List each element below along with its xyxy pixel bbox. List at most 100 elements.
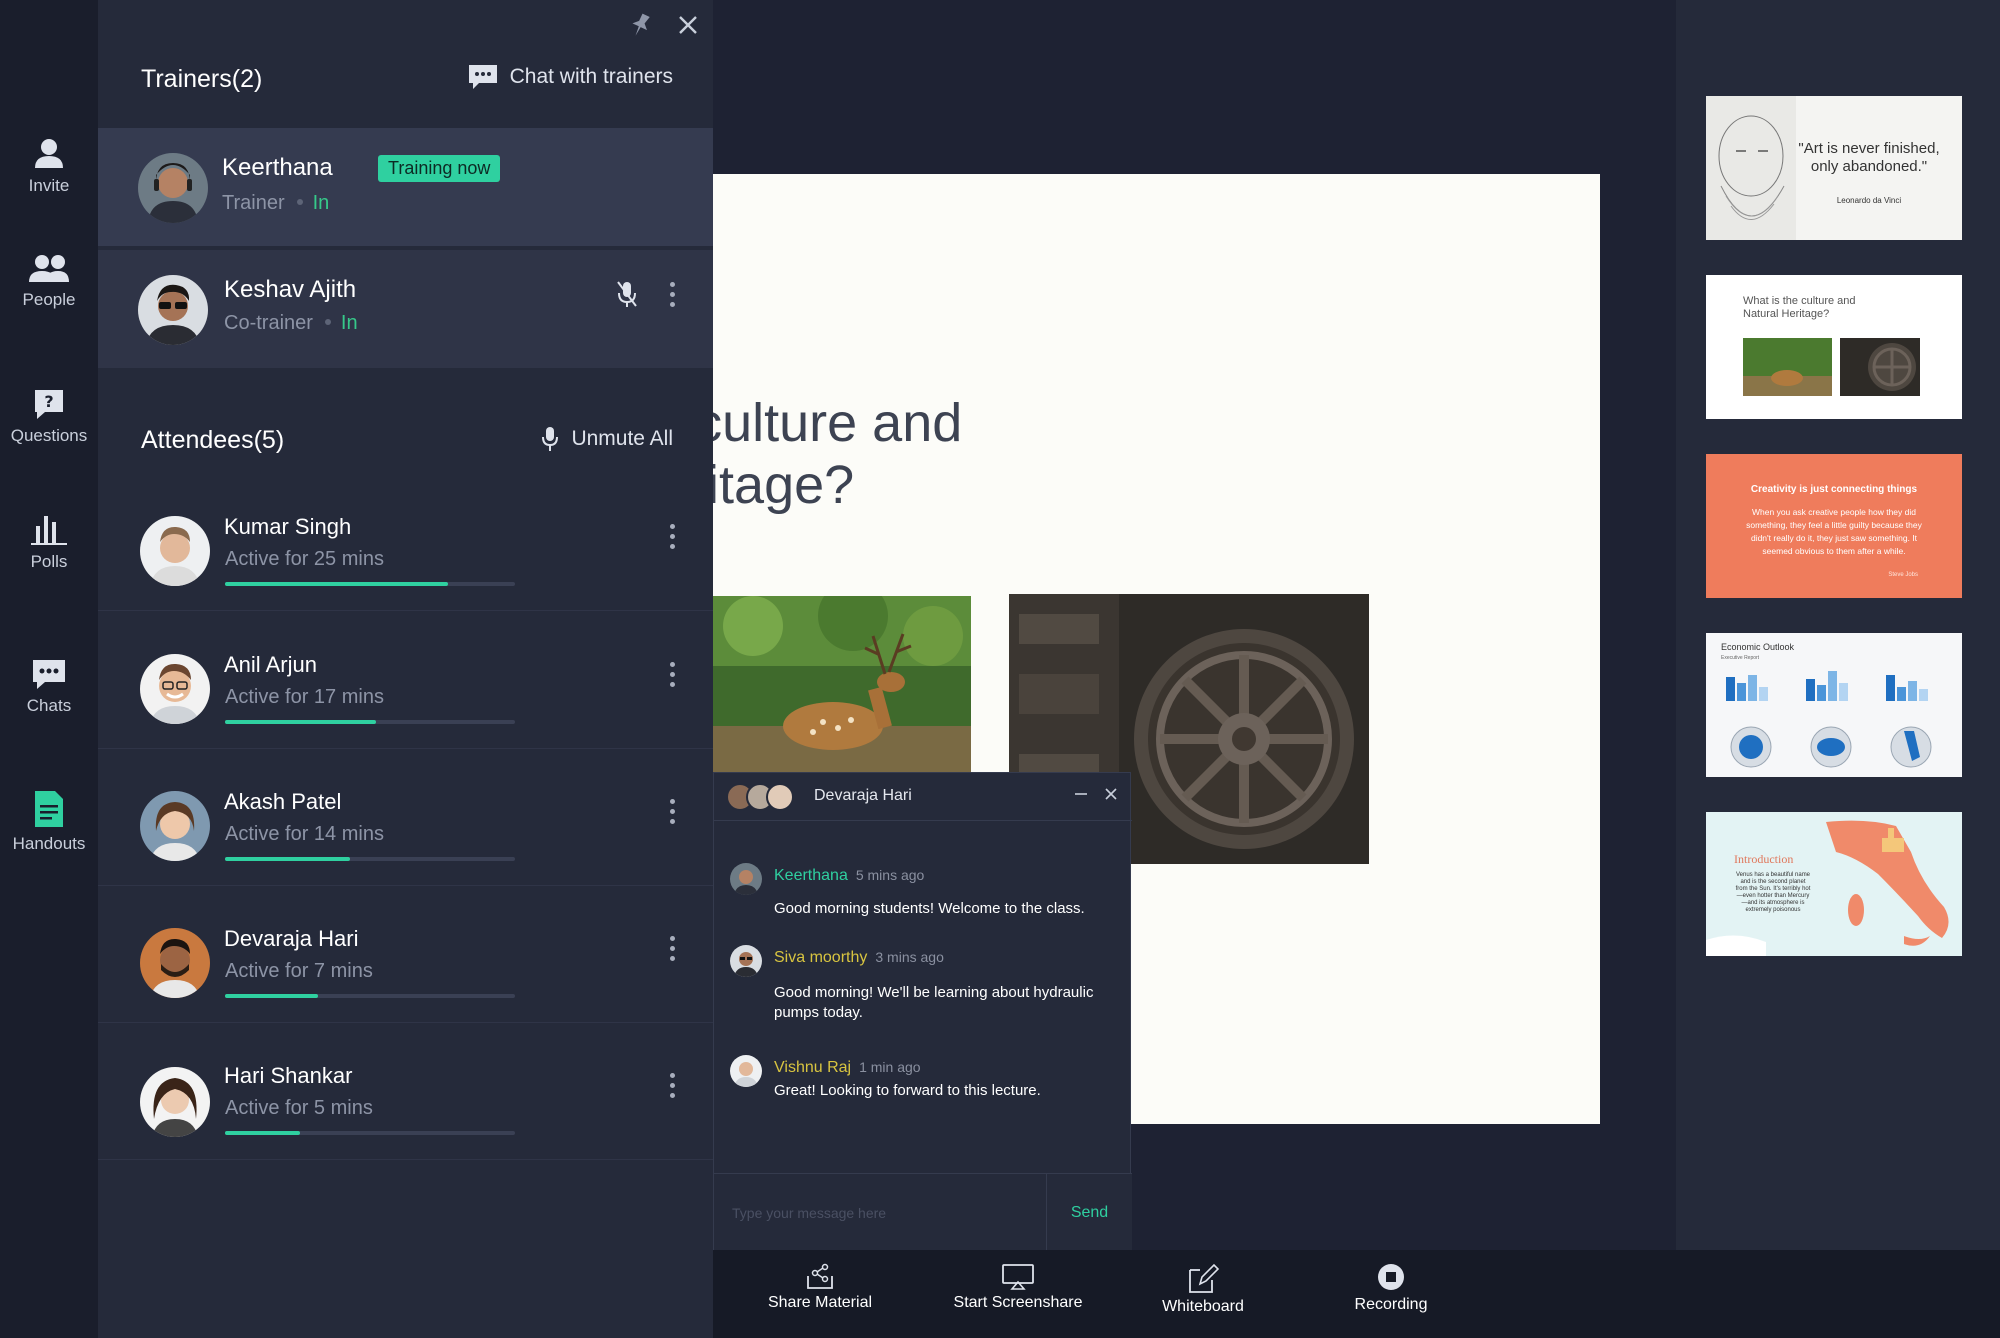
- avatar: [140, 1067, 210, 1137]
- chat-with-trainers-button[interactable]: Chat with trainers: [468, 64, 673, 90]
- attendee-row[interactable]: Akash Patel Active for 14 mins: [98, 749, 713, 886]
- people-panel: Trainers(2) Chat with trainers Keerthana…: [98, 0, 713, 1338]
- pin-icon[interactable]: [629, 12, 653, 38]
- left-nav-rail: Invite People ? Questions Polls Chats Ha…: [0, 0, 98, 1338]
- chat-title: Devaraja Hari: [814, 787, 912, 804]
- start-screenshare-button[interactable]: Start Screenshare: [953, 1262, 1083, 1312]
- training-now-badge: Training now: [378, 155, 501, 182]
- trainers-header: Trainers(2) Chat with trainers: [98, 50, 713, 130]
- whiteboard-button[interactable]: Whiteboard: [1153, 1262, 1253, 1316]
- activity-progress: [225, 720, 515, 724]
- attendee-row[interactable]: Devaraja Hari Active for 7 mins: [98, 886, 713, 1023]
- close-icon[interactable]: [1102, 785, 1120, 803]
- handout-document-icon: [35, 791, 63, 827]
- rail-questions[interactable]: ? Questions: [0, 388, 98, 446]
- trainer-name: Keshav Ajith: [224, 276, 357, 303]
- rail-handouts[interactable]: Handouts: [0, 790, 98, 854]
- status-dot: [296, 198, 303, 205]
- author-name: Vishnu Raj: [774, 1059, 852, 1076]
- thumb-body: Venus has a beautiful name and is the se…: [1735, 872, 1811, 913]
- more-options-icon[interactable]: [669, 662, 677, 692]
- rail-people-label: People: [22, 290, 76, 309]
- avatar: [138, 275, 208, 345]
- slide-thumbnails: "Art is never finished, only abandoned."…: [1676, 0, 2000, 1250]
- activity-progress: [225, 994, 515, 998]
- chat-bubble-icon: [33, 660, 65, 689]
- message-author: Vishnu Raj 1 min ago: [774, 1059, 921, 1077]
- recording-button[interactable]: Recording: [1341, 1262, 1441, 1314]
- presence-status: In: [340, 312, 358, 334]
- attendee-row[interactable]: Hari Shankar Active for 5 mins: [98, 1023, 713, 1160]
- chat-window: Devaraja Hari Keerthana 5 mins ago Good m…: [713, 772, 1132, 1251]
- more-options-icon[interactable]: [669, 282, 677, 312]
- avatar: [730, 863, 762, 895]
- author-name: Siva moorthy: [774, 949, 868, 966]
- svg-text:?: ?: [44, 392, 53, 411]
- whiteboard-pen-icon: [1189, 1263, 1220, 1293]
- avatar: [140, 791, 210, 861]
- presence-status: In: [312, 192, 330, 214]
- thumb-signature: Steve Jobs: [1888, 572, 1918, 578]
- activity-progress-fill: [225, 720, 376, 724]
- thumb-question: What is the culture and Natural Heritage…: [1743, 295, 1856, 320]
- record-stop-icon: [1378, 1264, 1404, 1290]
- rail-polls-label: Polls: [30, 552, 68, 571]
- slide-thumbnail[interactable]: What is the culture and Natural Heritage…: [1706, 275, 1962, 419]
- chat-message-input[interactable]: [714, 1173, 1047, 1251]
- mic-muted-icon[interactable]: [616, 280, 638, 310]
- activity-progress-fill: [225, 857, 350, 861]
- avatar: [140, 516, 210, 586]
- wheel-thumb-image: [1840, 338, 1920, 396]
- rail-people[interactable]: People: [0, 254, 98, 310]
- attendee-name: Kumar Singh: [224, 514, 352, 539]
- slide-title: s the culture and al Heritage?: [713, 393, 963, 515]
- slide-thumbnail[interactable]: "Art is never finished, only abandoned."…: [1706, 96, 1962, 240]
- share-material-label: Share Material: [767, 1294, 873, 1311]
- unmute-all-button[interactable]: Unmute All: [541, 426, 673, 452]
- start-screenshare-label: Start Screenshare: [953, 1294, 1083, 1311]
- trainer-row[interactable]: Keshav Ajith Co-trainer In: [98, 250, 713, 370]
- send-button[interactable]: Send: [1047, 1173, 1132, 1251]
- role-text: Trainer: [222, 192, 285, 214]
- recording-label: Recording: [1354, 1296, 1428, 1313]
- attendee-activity: Active for 5 mins: [225, 1097, 373, 1119]
- rail-invite[interactable]: Invite: [0, 138, 98, 196]
- more-options-icon[interactable]: [669, 799, 677, 829]
- slide-thumbnail[interactable]: Introduction Venus has a beautiful name …: [1706, 812, 1962, 956]
- trainers-title: Trainers(2): [141, 65, 263, 93]
- slide-thumbnail[interactable]: Creativity is just connecting things Whe…: [1706, 454, 1962, 598]
- attendee-activity: Active for 25 mins: [225, 548, 384, 570]
- rail-polls[interactable]: Polls: [0, 514, 98, 572]
- rail-chats[interactable]: Chats: [0, 658, 98, 716]
- bottom-toolbar: Share Material Start Screenshare Whitebo…: [713, 1250, 2000, 1338]
- avatar: [138, 153, 208, 223]
- thumb-heading: Creativity is just connecting things: [1750, 484, 1918, 495]
- message-author: Keerthana 5 mins ago: [774, 867, 924, 885]
- microphone-icon: [542, 427, 559, 451]
- activity-progress: [225, 1131, 515, 1135]
- more-options-icon[interactable]: [669, 524, 677, 554]
- attendee-name: Anil Arjun: [224, 652, 317, 677]
- more-options-icon[interactable]: [669, 936, 677, 966]
- message-text: Good morning students! Welcome to the cl…: [774, 900, 1085, 917]
- share-material-button[interactable]: Share Material: [765, 1262, 875, 1312]
- attendee-row[interactable]: Anil Arjun Active for 17 mins: [98, 612, 713, 749]
- people-icon: [29, 255, 69, 282]
- attendee-activity: Active for 17 mins: [225, 686, 384, 708]
- trainer-row[interactable]: Keerthana Training now Trainer In: [98, 128, 713, 248]
- thumb-quote: "Art is never finished, only abandoned.": [1798, 140, 1940, 175]
- rail-questions-label: Questions: [10, 426, 88, 445]
- more-options-icon[interactable]: [669, 1073, 677, 1103]
- attendee-activity: Active for 14 mins: [225, 823, 384, 845]
- thumb-heading: Economic Outlook: [1721, 642, 1795, 652]
- activity-progress: [225, 582, 515, 586]
- rail-handouts-label: Handouts: [12, 834, 86, 853]
- slide-thumbnail[interactable]: Economic Outlook Executive Report: [1706, 633, 1962, 777]
- attendee-name: Hari Shankar: [224, 1063, 353, 1088]
- close-icon[interactable]: [675, 12, 701, 38]
- message-time: 1 min ago: [859, 1059, 921, 1075]
- attendee-activity: Active for 7 mins: [225, 960, 373, 982]
- minimize-icon[interactable]: [1072, 785, 1090, 803]
- message-time: 3 mins ago: [875, 949, 944, 965]
- attendee-row[interactable]: Kumar Singh Active for 25 mins: [98, 474, 713, 611]
